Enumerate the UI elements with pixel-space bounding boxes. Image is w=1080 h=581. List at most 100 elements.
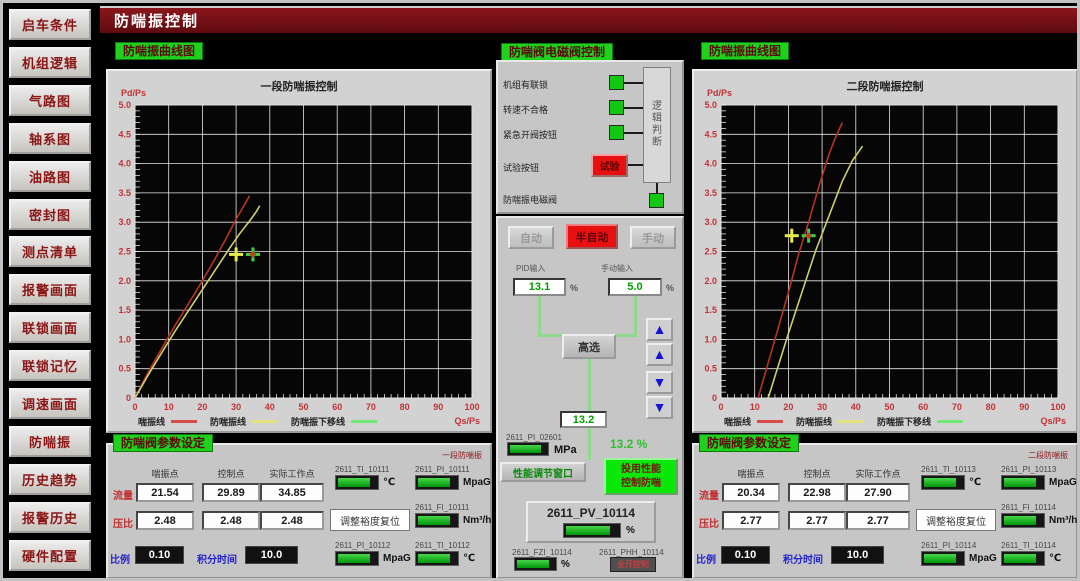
- instrument-unit: Nm³/h: [463, 515, 491, 526]
- setpoint-field[interactable]: 13.2: [560, 411, 607, 428]
- performance-window-button[interactable]: 性能调节窗口: [500, 462, 586, 482]
- interlock-label: 机组有联锁: [503, 78, 548, 91]
- svg-text:50: 50: [884, 402, 894, 412]
- increment-fast-button[interactable]: ▲: [646, 318, 673, 341]
- instrument-unit: MpaG: [383, 553, 411, 564]
- legend-swatch: [937, 420, 963, 423]
- col-header-0: 喘振点: [136, 467, 194, 480]
- sidebar-item-13[interactable]: 报警历史: [9, 502, 91, 533]
- chart-panel-stage2: 二段防喘振控制Pd/Ps5.04.54.03.53.02.52.01.51.00…: [692, 69, 1078, 433]
- decrement-button[interactable]: ▼: [646, 371, 673, 394]
- legend-label: 防喘振线: [796, 415, 832, 428]
- integral-time-label: 积分时间: [783, 551, 823, 566]
- manual-input-field[interactable]: 5.0: [608, 278, 662, 296]
- sidebar-item-7[interactable]: 报警画面: [9, 274, 91, 305]
- proportional-field[interactable]: 0.10: [721, 546, 770, 564]
- wire: [628, 164, 643, 166]
- sidebar-item-5[interactable]: 密封图: [9, 199, 91, 230]
- decrement-fast-button[interactable]: ▼: [646, 396, 673, 419]
- instrument-tag: 2611_FI_10114: [1001, 503, 1056, 512]
- proportional-field[interactable]: 0.10: [135, 546, 184, 564]
- instrument-unit: ℃: [969, 477, 981, 488]
- svg-text:0.5: 0.5: [118, 364, 131, 374]
- svg-text:20: 20: [197, 402, 207, 412]
- svg-text:100: 100: [464, 402, 479, 412]
- chart-plot: 5.04.54.03.53.02.52.01.51.00.50010203040…: [694, 71, 1080, 417]
- row-label-0: 流量: [699, 487, 719, 502]
- output-readout: 13.2 %: [610, 437, 647, 451]
- pid-input-label: PID输入: [516, 263, 545, 274]
- logic-box-char: 辑: [652, 113, 662, 125]
- valve-tag: 2611_PV_10114: [528, 506, 654, 520]
- integral-time-field[interactable]: 10.0: [831, 546, 884, 564]
- sidebar-item-0[interactable]: 启车条件: [9, 9, 91, 40]
- override-status: 全开控制: [610, 557, 656, 572]
- col-header-1: 控制点: [788, 467, 846, 480]
- value-流量-2: 27.90: [846, 483, 910, 502]
- instrument-led: [335, 475, 379, 490]
- sidebar-item-3[interactable]: 轴系图: [9, 123, 91, 154]
- svg-text:1.5: 1.5: [704, 305, 717, 315]
- sidebar-item-9[interactable]: 联锁记忆: [9, 350, 91, 381]
- svg-text:10: 10: [750, 402, 760, 412]
- legend-label: 防喘振线: [210, 415, 246, 428]
- instrument-unit: MpaG: [969, 553, 997, 564]
- hmi-screen: 启车条件机组逻辑气路图轴系图油路图密封图测点清单报警画面联锁画面联锁记忆调速画面…: [0, 0, 1080, 581]
- pid-input-field[interactable]: 13.1: [513, 278, 566, 296]
- high-select-button[interactable]: 高选: [562, 334, 616, 359]
- sidebar-item-2[interactable]: 气路图: [9, 85, 91, 116]
- integral-time-field[interactable]: 10.0: [245, 546, 298, 564]
- legend-item: 防喘振线: [210, 415, 278, 428]
- instrument-led: [415, 551, 459, 566]
- signal-line: [538, 296, 541, 336]
- interlock-indicator: [609, 75, 624, 90]
- position-led: [514, 557, 557, 571]
- mode-auto-button[interactable]: 自动: [508, 226, 554, 249]
- svg-text:0: 0: [718, 402, 723, 412]
- instrument-unit: ℃: [463, 553, 475, 564]
- value-压比-0: 2.77: [722, 511, 780, 530]
- x-axis-label: Qs/Ps: [454, 416, 480, 426]
- value-流量-2: 34.85: [260, 483, 324, 502]
- margin-reset-button[interactable]: 调整裕度复位: [330, 509, 410, 531]
- test-button[interactable]: 试验: [591, 154, 628, 177]
- sidebar-item-6[interactable]: 测点清单: [9, 236, 91, 267]
- pressure-tag: 2611_PI_02601: [506, 433, 562, 442]
- sidebar-item-10[interactable]: 调速画面: [9, 388, 91, 419]
- page-title: 防喘振控制: [100, 6, 1078, 33]
- svg-text:4.0: 4.0: [118, 159, 131, 169]
- margin-reset-button[interactable]: 调整裕度复位: [916, 509, 996, 531]
- svg-text:1.0: 1.0: [704, 334, 717, 344]
- svg-text:0.5: 0.5: [704, 364, 717, 374]
- stage-corner-label: 一段防喘振: [442, 450, 482, 461]
- instrument-led: [921, 475, 965, 490]
- value-压比-2: 2.48: [260, 511, 324, 530]
- legend-swatch: [351, 420, 377, 423]
- section-tag-curve-left: 防喘振曲线图: [115, 42, 203, 60]
- sidebar-item-12[interactable]: 历史趋势: [9, 464, 91, 495]
- svg-text:5.0: 5.0: [118, 100, 131, 110]
- pid-input-unit: %: [570, 283, 578, 293]
- enable-performance-button[interactable]: 投用性能 控制防喘: [604, 458, 678, 495]
- svg-text:70: 70: [366, 402, 376, 412]
- legend-item: 防喘振线: [796, 415, 864, 428]
- svg-text:0: 0: [126, 393, 131, 403]
- sidebar-item-8[interactable]: 联锁画面: [9, 312, 91, 343]
- mode-manual-button[interactable]: 手动: [630, 226, 676, 249]
- enable-performance-line2: 控制防喘: [621, 477, 661, 491]
- legend-label: 喘振线: [724, 415, 751, 428]
- chart-panel-stage1: 一段防喘振控制Pd/Ps5.04.54.03.53.02.52.01.51.00…: [106, 69, 492, 433]
- speed-indicator: [609, 100, 624, 115]
- mode-semiauto-button[interactable]: 半自动: [566, 224, 618, 249]
- instrument-led: [1001, 513, 1045, 528]
- sidebar-item-11[interactable]: 防喘振: [9, 426, 91, 457]
- svg-text:4.5: 4.5: [118, 129, 131, 139]
- legend-swatch: [838, 420, 864, 423]
- sidebar-item-1[interactable]: 机组逻辑: [9, 47, 91, 78]
- legend-item: 喘振线: [724, 415, 783, 428]
- sidebar-item-14[interactable]: 硬件配置: [9, 540, 91, 571]
- legend-label: 防喘振下移线: [877, 415, 931, 428]
- sidebar-item-4[interactable]: 油路图: [9, 161, 91, 192]
- logic-box-char: 判: [652, 125, 662, 137]
- increment-button[interactable]: ▲: [646, 343, 673, 366]
